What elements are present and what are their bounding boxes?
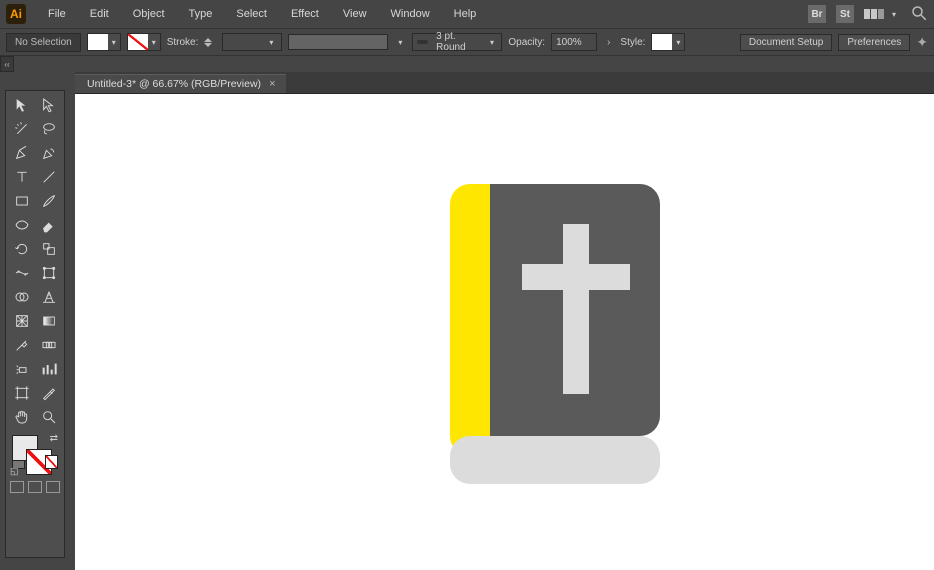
screen-mode-row	[8, 477, 62, 497]
stroke-weight-stepper[interactable]	[204, 38, 216, 47]
selection-status: No Selection	[6, 33, 81, 52]
round-brush-icon	[417, 40, 428, 44]
draw-mode-inside[interactable]	[46, 481, 60, 493]
menu-file[interactable]: File	[38, 4, 76, 24]
preferences-button[interactable]: Preferences	[838, 34, 910, 51]
symbol-sprayer-tool[interactable]	[8, 357, 35, 381]
document-tab-strip: Untitled-3* @ 66.67% (RGB/Preview) ×	[75, 72, 934, 94]
brush-preview[interactable]	[288, 34, 388, 50]
paintbrush-tool[interactable]	[35, 189, 62, 213]
type-tool[interactable]	[8, 165, 35, 189]
shape-builder-tool[interactable]	[8, 285, 35, 309]
menu-effect[interactable]: Effect	[281, 4, 329, 24]
brush-definition-dropdown[interactable]: 3 pt. Round ▾	[412, 33, 502, 51]
eyedropper-tool[interactable]	[8, 333, 35, 357]
menu-type[interactable]: Type	[179, 4, 223, 24]
curvature-tool[interactable]	[35, 141, 62, 165]
lasso-tool[interactable]	[35, 117, 62, 141]
opacity-value: 100%	[556, 37, 582, 48]
chevron-down-icon: ▾	[108, 38, 120, 47]
bridge-button[interactable]: Br	[808, 5, 826, 23]
close-tab-icon[interactable]: ×	[269, 78, 275, 90]
chevron-down-icon[interactable]: ▾	[394, 38, 406, 47]
chevron-down-icon: ▾	[148, 38, 160, 47]
menu-select[interactable]: Select	[226, 4, 277, 24]
opacity-input[interactable]: 100%	[551, 33, 597, 51]
book-pages	[450, 436, 660, 484]
document-tab[interactable]: Untitled-3* @ 66.67% (RGB/Preview) ×	[75, 74, 286, 93]
draw-mode-normal[interactable]	[10, 481, 24, 493]
slice-tool[interactable]	[35, 381, 62, 405]
stroke-weight-dropdown[interactable]: ▾	[222, 33, 282, 51]
menubar-right-cluster: Br St ▾	[808, 4, 928, 25]
default-fill-stroke-icon[interactable]: ◱	[10, 466, 19, 477]
canvas-area	[75, 94, 934, 568]
rotate-tool[interactable]	[8, 237, 35, 261]
scale-tool[interactable]	[35, 237, 62, 261]
hand-tool[interactable]	[8, 405, 35, 429]
shaper-tool[interactable]	[8, 213, 35, 237]
workspace-icon	[864, 9, 884, 19]
selection-tool[interactable]	[8, 93, 35, 117]
perspective-grid-tool[interactable]	[35, 285, 62, 309]
menu-view[interactable]: View	[333, 4, 377, 24]
menu-help[interactable]: Help	[444, 4, 487, 24]
width-tool[interactable]	[8, 261, 35, 285]
mesh-tool[interactable]	[8, 309, 35, 333]
fill-swatch-icon	[88, 34, 108, 50]
free-transform-tool[interactable]	[35, 261, 62, 285]
menu-window[interactable]: Window	[381, 4, 440, 24]
artboard[interactable]	[75, 94, 934, 570]
chevron-down-icon: ▾	[888, 10, 900, 19]
gradient-tool[interactable]	[35, 309, 62, 333]
workspace-switcher[interactable]: ▾	[864, 9, 900, 19]
panel-collapse-handle[interactable]: ‹‹	[0, 56, 14, 72]
artwork-bible-icon	[450, 184, 660, 484]
color-mode-none[interactable]	[45, 455, 58, 469]
menu-object[interactable]: Object	[123, 4, 175, 24]
stroke-color-dropdown[interactable]: ▾	[127, 33, 161, 51]
app-logo: Ai	[6, 4, 26, 24]
stroke-swatch-icon	[128, 34, 148, 50]
document-tab-title: Untitled-3* @ 66.67% (RGB/Preview)	[87, 78, 261, 90]
stock-button[interactable]: St	[836, 5, 854, 23]
opacity-popup-icon[interactable]: ›	[603, 37, 614, 48]
menu-bar: Ai File Edit Object Type Select Effect V…	[0, 0, 934, 28]
book-spine	[450, 184, 490, 456]
style-swatch-icon	[652, 34, 672, 50]
eraser-tool[interactable]	[35, 213, 62, 237]
line-segment-tool[interactable]	[35, 165, 62, 189]
blend-tool[interactable]	[35, 333, 62, 357]
swap-fill-stroke-icon[interactable]: ⇄	[50, 433, 58, 444]
rectangle-tool[interactable]	[8, 189, 35, 213]
column-graph-tool[interactable]	[35, 357, 62, 381]
direct-selection-tool[interactable]	[35, 93, 62, 117]
chevron-down-icon: ▾	[672, 38, 684, 47]
chevron-down-icon: ▾	[265, 38, 277, 47]
menu-edit[interactable]: Edit	[80, 4, 119, 24]
opacity-label: Opacity:	[508, 37, 545, 48]
artboard-tool[interactable]	[8, 381, 35, 405]
stroke-weight-label: Stroke:	[167, 37, 199, 48]
fill-color-dropdown[interactable]: ▾	[87, 33, 121, 51]
zoom-tool[interactable]	[35, 405, 62, 429]
draw-mode-behind[interactable]	[28, 481, 42, 493]
brush-definition-label: 3 pt. Round	[436, 31, 482, 53]
graphic-style-dropdown[interactable]: ▾	[651, 33, 685, 51]
search-icon[interactable]	[910, 4, 928, 25]
tools-panel: ⇄ ◱	[5, 90, 65, 558]
align-options-icon[interactable]: ✦	[916, 34, 928, 51]
pen-tool[interactable]	[8, 141, 35, 165]
magic-wand-tool[interactable]	[8, 117, 35, 141]
document-setup-button[interactable]: Document Setup	[740, 34, 833, 51]
control-bar: No Selection ▾ ▾ Stroke: ▾ ▾ 3 pt. Round…	[0, 28, 934, 56]
style-label: Style:	[620, 37, 645, 48]
chevron-down-icon: ▾	[487, 38, 498, 47]
